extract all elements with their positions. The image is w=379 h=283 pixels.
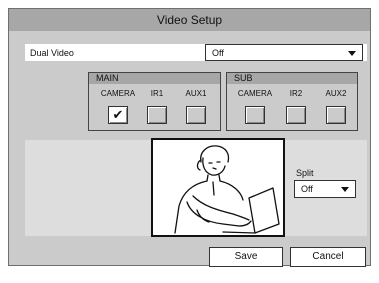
sub-camera-checkbox[interactable] (245, 106, 265, 124)
sub-ir2-label: IR2 (289, 89, 303, 98)
split-label: Split (296, 168, 314, 178)
main-camera-label: CAMERA (100, 89, 136, 98)
save-button[interactable]: Save (209, 247, 283, 267)
split-value: Off (301, 184, 313, 194)
camera-preview-image (151, 138, 285, 237)
main-aux1-label: AUX1 (185, 89, 207, 98)
sub-camera-label: CAMERA (237, 89, 273, 98)
sub-aux2-checkbox[interactable] (326, 106, 346, 124)
sub-group-title: SUB (227, 73, 357, 84)
main-aux1-checkbox[interactable] (186, 106, 206, 124)
cancel-button[interactable]: Cancel (290, 247, 366, 267)
main-ir1-label: IR1 (150, 89, 164, 98)
window-title: Video Setup (9, 9, 370, 31)
split-dropdown[interactable]: Off (294, 180, 356, 198)
person-at-laptop-illustration (174, 145, 280, 234)
sub-ir2-checkbox[interactable] (286, 106, 306, 124)
chevron-down-icon (348, 51, 356, 56)
chevron-down-icon (341, 187, 349, 192)
checkmark-icon: ✔ (112, 107, 124, 122)
main-group-title: MAIN (89, 73, 220, 84)
main-ir1-checkbox[interactable] (147, 106, 167, 124)
sub-aux2-label: AUX2 (325, 89, 347, 98)
dual-video-dropdown[interactable]: Off (205, 44, 363, 61)
dual-video-value: Off (212, 48, 224, 58)
dual-video-label: Dual Video (30, 48, 74, 58)
main-camera-checkbox[interactable]: ✔ (108, 106, 128, 124)
